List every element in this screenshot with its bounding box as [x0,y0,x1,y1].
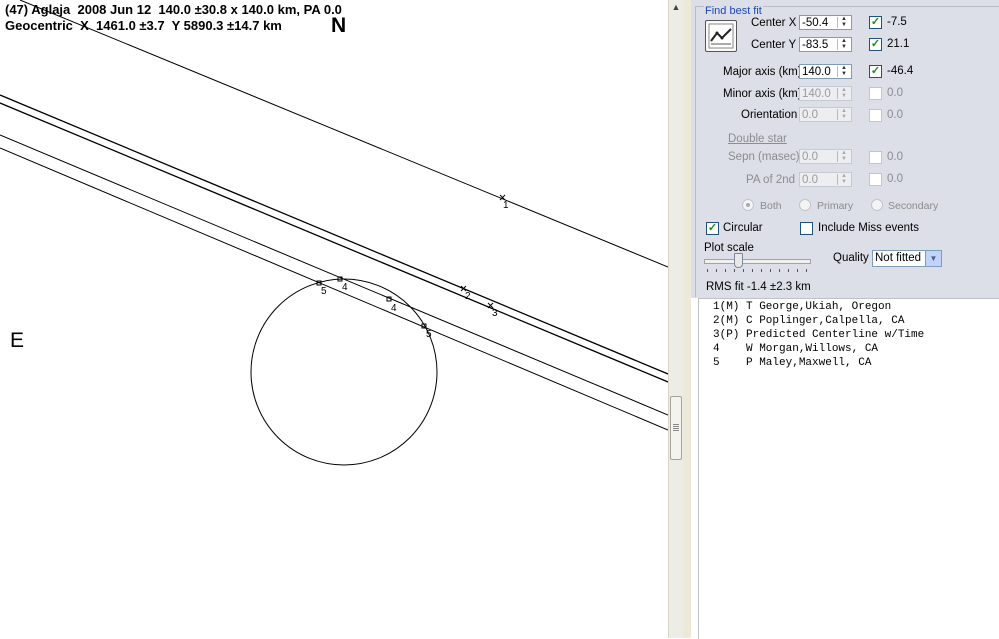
radio-secondary[interactable] [871,199,883,211]
center-y-label: Center Y [751,39,797,51]
chord-label-1: 1 [503,200,509,211]
plot-scale-slider-thumb[interactable] [734,253,743,268]
major-axis-checkbox[interactable]: ✓ [869,65,882,78]
chord-line-5 [0,147,668,431]
plot-area[interactable]: 1 2 3 4 5 4 5 (47) Aglaja 2008 Jun 12 14… [0,0,668,638]
circular-label: Circular [723,222,763,234]
center-x-input[interactable]: -50.4 ▲ ▼ [799,15,852,30]
chord-line-4 [0,134,668,416]
chord-label-5b: 5 [426,329,432,340]
pa-2nd-checkbox[interactable] [869,173,882,186]
center-y-input[interactable]: -83.5 ▲ ▼ [799,37,852,52]
minor-axis-label: Minor axis (km) [723,88,802,100]
major-axis-delta: -46.4 [887,65,914,77]
orientation-checkbox[interactable] [869,109,882,122]
include-miss-checkbox[interactable] [800,222,813,235]
chord-label-5: 5 [321,286,327,297]
plot-header-line1: (47) Aglaja 2008 Jun 12 140.0 ±30.8 x 14… [5,2,342,17]
orientation-spinner[interactable]: ▲ ▼ [837,108,850,120]
quality-label: Quality [833,252,869,264]
minor-axis-input[interactable]: 140.0 ▲ ▼ [799,86,852,101]
pa-2nd-spinner[interactable]: ▲ ▼ [837,173,850,185]
list-item[interactable]: 1(M) T George,Ukiah, Oregon [713,301,891,313]
center-y-spinner[interactable]: ▲ ▼ [837,38,850,50]
orientation-delta: 0.0 [887,109,903,121]
sepn-label: Sepn (masec) [728,151,800,163]
chevron-down-icon[interactable]: ▼ [925,251,941,266]
plot-scale-slider-track[interactable] [704,259,811,264]
sepn-spinner[interactable]: ▲ ▼ [837,150,850,162]
center-y-delta: 21.1 [887,38,910,50]
center-x-spinner[interactable]: ▲ ▼ [837,16,850,28]
radio-primary[interactable] [799,199,811,211]
scrollbar-thumb[interactable] [670,396,682,460]
quality-select[interactable]: Not fitted ▼ [872,250,942,267]
minor-axis-checkbox[interactable] [869,87,882,100]
major-axis-label: Major axis (km) [723,66,802,78]
find-best-fit-button[interactable] [705,20,737,52]
pa-2nd-label: PA of 2nd [746,174,796,186]
center-y-checkbox[interactable]: ✓ [869,38,882,51]
minor-axis-delta: 0.0 [887,87,903,99]
chord-label-2: 2 [465,291,471,302]
circular-checkbox[interactable]: ✓ [706,222,719,235]
radio-primary-label: Primary [817,200,854,212]
list-item[interactable]: 5 P Maley,Maxwell, CA [713,357,871,369]
sepn-checkbox[interactable] [869,151,882,164]
rms-fit-text: RMS fit -1.4 ±2.3 km [706,281,811,293]
compass-east: E [10,329,25,352]
list-item[interactable]: 4 W Morgan,Willows, CA [713,343,878,355]
observers-list[interactable]: 1(M) T George,Ukiah, Oregon 2(M) C Popli… [698,298,999,639]
radio-secondary-label: Secondary [888,200,939,212]
group-title: Find best fit [704,5,763,17]
plot-scrollbar[interactable]: ▲ [668,0,683,638]
double-star-link[interactable]: Double star [728,133,787,145]
center-x-label: Center X [751,17,797,29]
major-axis-input[interactable]: 140.0 ▲ ▼ [799,64,852,79]
orientation-label: Orientation [741,109,798,121]
minor-axis-spinner[interactable]: ▲ ▼ [837,87,850,99]
occultation-plot: 1 2 3 4 5 4 5 [0,0,668,466]
pa-2nd-delta: 0.0 [887,173,903,185]
fit-graph-icon [708,23,734,49]
chord-line-3 [0,102,668,383]
plot-header-line2: Geocentric X 1461.0 ±3.7 Y 5890.3 ±14.7 … [5,18,282,33]
radio-both[interactable] [742,199,754,211]
major-axis-spinner[interactable]: ▲ ▼ [837,65,850,77]
sepn-delta: 0.0 [887,151,903,163]
plot-scale-label: Plot scale [704,242,754,254]
chord-label-4b: 4 [391,303,397,314]
list-item[interactable]: 3(P) Predicted Centerline w/Time [713,329,924,341]
splitter[interactable] [683,0,691,638]
pa-2nd-input[interactable]: 0.0 ▲ ▼ [799,172,852,187]
include-miss-label: Include Miss events [818,222,919,234]
scroll-up-arrow-icon[interactable]: ▲ [670,0,682,14]
radio-both-label: Both [760,200,782,212]
chord-label-3: 3 [492,308,498,319]
list-item[interactable]: 2(M) C Poplinger,Calpella, CA [713,315,904,327]
compass-north: N [331,14,347,37]
chord-line-2 [0,94,668,375]
orientation-input[interactable]: 0.0 ▲ ▼ [799,107,852,122]
sepn-input[interactable]: 0.0 ▲ ▼ [799,149,852,164]
chord-line-1 [19,0,668,268]
chord-label-4: 4 [342,282,348,293]
center-x-delta: -7.5 [887,16,907,28]
center-x-checkbox[interactable]: ✓ [869,16,882,29]
